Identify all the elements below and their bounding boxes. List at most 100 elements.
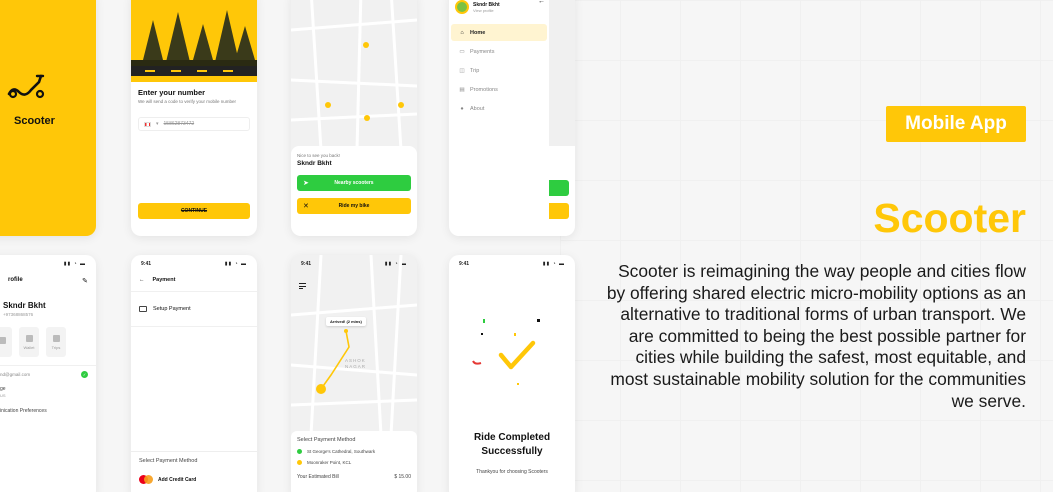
greeting-text: Nice to see you back! — [297, 153, 341, 158]
trip-icon: ◫ — [459, 67, 465, 74]
user-name: Skndr Bkht — [297, 160, 332, 167]
tile-item[interactable]: Wallet — [19, 327, 39, 357]
trips-icon — [52, 334, 60, 342]
phone-number-input[interactable]: ▾ 15862873472 — [138, 117, 250, 132]
ride-button-partial — [549, 203, 569, 219]
menu-item-home[interactable]: ⌂ Home — [451, 24, 547, 41]
language-row[interactable]: ge US — [0, 383, 96, 399]
map-home-screen: Nice to see you back! Skndr Bkht ➤ Nearb… — [291, 0, 417, 236]
trees-illustration — [131, 0, 257, 82]
project-description: Scooter is reimagining the way people an… — [606, 261, 1026, 411]
profile-title: rofile — [8, 277, 23, 283]
stop-dropoff: Moonraker Point, KCL — [297, 460, 411, 465]
view-profile-link[interactable]: View profile — [473, 8, 500, 13]
menu-item-label: Payments — [470, 48, 495, 55]
nearby-scooters-button[interactable]: ➤ Nearby scooters — [297, 175, 411, 191]
signal-wifi-battery-icon: ▮▮ ◔ ▬ — [224, 261, 247, 267]
pickup-dot-icon — [297, 449, 302, 454]
continue-button[interactable]: CONTINUE — [138, 203, 250, 219]
menu-item-about[interactable]: ● About — [451, 100, 547, 117]
profile-tiles: Wallet Trips — [0, 327, 96, 357]
drawer-user-name: Skndr Bkht — [473, 1, 500, 8]
ride-my-bike-label: Ride my bike — [338, 203, 370, 209]
profile-screen: 9:41 ▮▮ ◔ ▬ rofile ✎ Skndr Bkht +9736886… — [0, 255, 96, 492]
success-check-icon — [472, 319, 540, 385]
area-label: ASHOK NAGAR — [345, 358, 367, 369]
ride-completed-screen: 9:41 ▮▮ ◔ ▬ Ride Completed Successfully … — [449, 255, 575, 492]
avatar — [455, 0, 469, 14]
nearby-scooters-label: Nearby scooters — [334, 180, 374, 186]
menu-item-label: About — [470, 105, 485, 112]
card-icon — [139, 306, 147, 312]
status-time: 9:41 — [459, 261, 470, 267]
select-payment-sheet: Select Payment Method Add Credit Card — [131, 451, 257, 492]
side-drawer: Skndr Bkht View profile ← ⌂ Home ▭ Payme… — [449, 0, 549, 236]
verify-subtext: We will send a code to verify your mobil… — [138, 99, 236, 104]
status-bar: 9:41 ▮▮ ◔ ▬ — [0, 255, 96, 267]
status-bar: 9:41 ▮▮ ◔ ▬ — [449, 255, 575, 267]
status-bar: 9:41 ▮▮ ◔ ▬ — [131, 255, 257, 267]
route-map — [291, 255, 417, 435]
signal-wifi-battery-icon: ▮▮ ◔ ▬ — [63, 261, 86, 267]
route-screen: 9:41 ▮▮ ◔ ▬ Arrived! (2 mins) ASHOK NAGA… — [291, 255, 417, 492]
setup-payment-label: Setup Payment — [153, 306, 191, 312]
edit-icon[interactable]: ✎ — [82, 277, 88, 285]
info-icon: ● — [460, 105, 464, 112]
email-value: nd@gmail.com — [0, 372, 31, 377]
flag-icon — [144, 121, 151, 127]
ride-completed-subtitle: Thankyou for choosing Scooters — [476, 469, 548, 475]
back-arrow-icon[interactable]: ← — [538, 0, 545, 5]
bill-label: Your Estimated Bill — [297, 474, 339, 480]
wallet-icon — [25, 334, 33, 342]
side-menu-screen: Skndr Bkht View profile ← ⌂ Home ▭ Payme… — [449, 0, 575, 236]
ride-my-bike-button[interactable]: ✕ Ride my bike — [297, 198, 411, 214]
estimated-bill-row: Your Estimated Bill $ 15.00 — [297, 474, 411, 480]
signal-wifi-battery-icon: ▮▮ ◔ ▬ — [542, 261, 565, 267]
profile-header: rofile ✎ — [0, 267, 96, 285]
project-title: Scooter — [873, 195, 1026, 241]
select-payment-label: Select Payment Method — [297, 437, 356, 443]
payment-screen: 9:41 ▮▮ ◔ ▬ ← Payment Setup Payment Sele… — [131, 255, 257, 492]
setup-payment-row[interactable]: Setup Payment — [131, 292, 257, 327]
email-row[interactable]: nd@gmail.com ✓ — [0, 365, 96, 383]
menu-item-label: Promotions — [470, 86, 498, 93]
back-arrow-icon[interactable]: ← — [139, 277, 145, 283]
mobile-app-badge: Mobile App — [886, 106, 1026, 142]
menu-item-label: Home — [470, 29, 486, 36]
menu-item-payments[interactable]: ▭ Payments — [451, 43, 547, 60]
scooter-icon — [7, 74, 45, 99]
phone-number-value: 15862873472 — [163, 121, 195, 128]
check-icon: ✓ — [81, 371, 88, 378]
select-payment-label: Select Payment Method — [139, 458, 198, 464]
route-card: Select Payment Method St George's Cathed… — [291, 431, 417, 492]
status-time: 9:41 — [141, 261, 152, 267]
stop-pickup: St George's Cathedral, Southwark — [297, 449, 411, 454]
communication-preferences-row[interactable]: inication Preferences — [0, 405, 96, 415]
ride-completed-title: Ride Completed Successfully — [473, 432, 551, 457]
map-streets — [291, 0, 417, 150]
menu-icon[interactable] — [299, 283, 306, 291]
payment-title: Payment — [152, 277, 176, 283]
add-credit-card-button[interactable]: Add Credit Card — [139, 475, 249, 484]
profile-user-name: Skndr Bkht — [3, 301, 46, 310]
scan-icon: ✕ — [303, 203, 309, 210]
tile-item[interactable] — [0, 327, 12, 357]
arrived-tooltip: Arrived! (2 mins) — [326, 317, 366, 326]
menu-item-promotions[interactable]: ▤ Promotions — [451, 81, 547, 98]
menu-item-trip[interactable]: ◫ Trip — [451, 62, 547, 79]
tile-item[interactable]: Trips — [46, 327, 66, 357]
mastercard-icon — [139, 475, 153, 484]
card-icon: ▭ — [459, 48, 465, 55]
verify-number-screen: Enter your number We will send a code to… — [131, 0, 257, 236]
chevron-down-icon: ▾ — [156, 121, 159, 128]
home-card: Nice to see you back! Skndr Bkht ➤ Nearb… — [291, 146, 417, 236]
app-name: Scooter — [14, 115, 55, 127]
tile-icon — [0, 337, 6, 344]
add-credit-card-label: Add Credit Card — [158, 476, 197, 483]
background-card — [549, 146, 575, 236]
menu-item-label: Trip — [470, 67, 480, 74]
nearby-scooters-button-partial — [549, 180, 569, 196]
promo-icon: ▤ — [459, 86, 465, 93]
verify-heading: Enter your number — [138, 88, 206, 97]
drawer-profile[interactable]: Skndr Bkht View profile — [449, 0, 549, 18]
